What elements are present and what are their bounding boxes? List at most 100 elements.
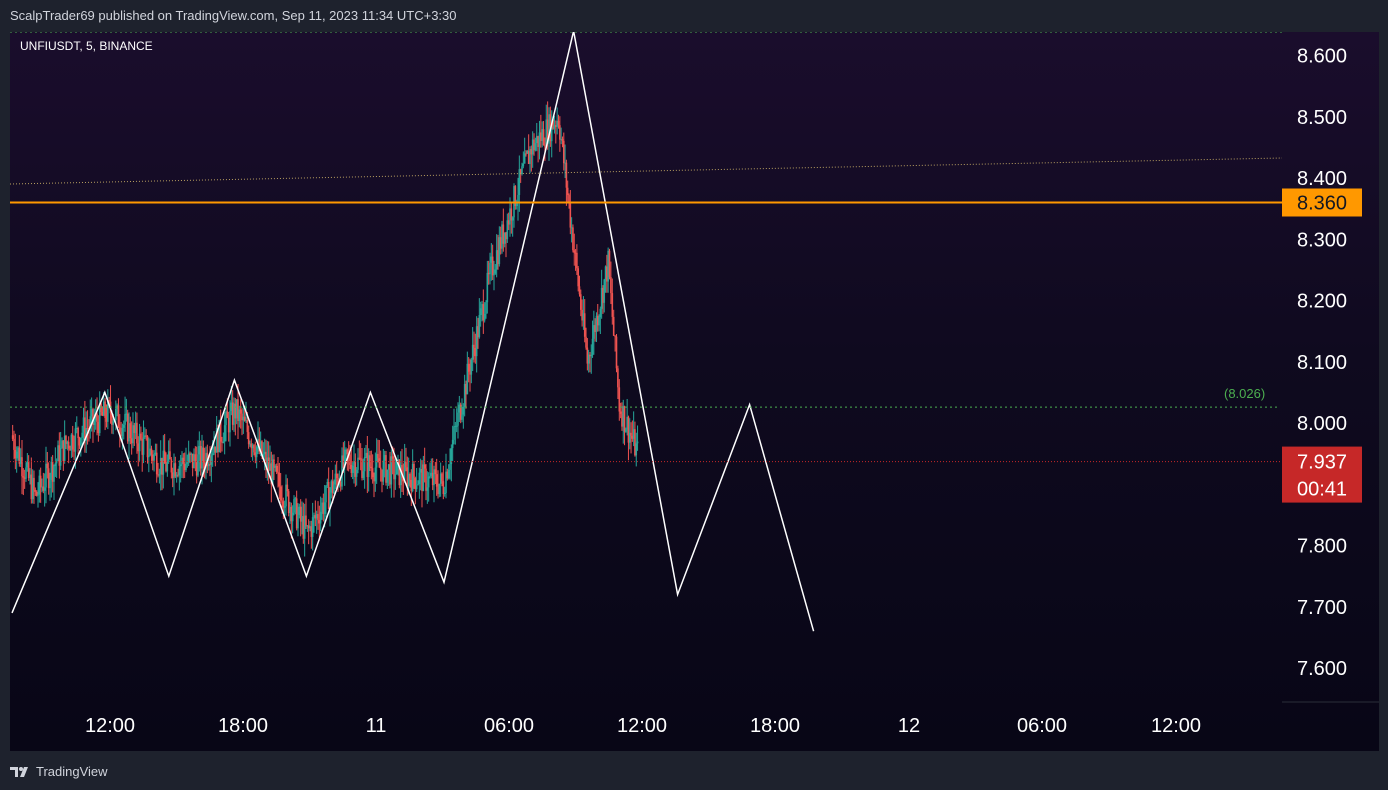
candle <box>11 424 14 442</box>
candle <box>617 365 619 400</box>
candle <box>89 399 92 439</box>
y-tick-label: 7.600 <box>1297 658 1347 680</box>
candle <box>422 455 425 492</box>
candle <box>608 248 611 280</box>
candle <box>583 299 586 343</box>
time-axis[interactable]: 12:00 18:00 11 06:00 12:00 18:00 12 06:00 12:00 <box>85 715 1201 737</box>
candle <box>185 447 187 473</box>
trend-dotted-line[interactable] <box>10 157 1283 185</box>
candle <box>506 213 509 243</box>
candle <box>341 447 343 490</box>
x-tick-label: 18:00 <box>218 715 268 737</box>
x-tick-label: 11 <box>366 715 387 737</box>
candle <box>603 278 606 313</box>
brand-label: TradingView <box>36 764 108 779</box>
candle <box>307 519 310 545</box>
symbol-label: UNFIUSDT, 5, BINANCE <box>20 39 153 53</box>
candle <box>169 438 171 460</box>
candle <box>144 427 146 440</box>
candle <box>429 462 431 479</box>
candle <box>611 278 614 325</box>
candle <box>293 495 295 516</box>
candle <box>425 464 427 501</box>
candle <box>303 503 306 557</box>
zigzag-drawing[interactable] <box>11 32 815 632</box>
candle <box>442 465 445 500</box>
dotted-level-label: (8.026) <box>1224 386 1265 401</box>
candle <box>618 379 621 421</box>
x-tick-label: 06:00 <box>484 715 534 737</box>
publish-info: ScalpTrader69 published on TradingView.c… <box>0 0 1388 32</box>
candle <box>615 334 618 373</box>
candle <box>386 469 389 490</box>
candle <box>117 398 120 429</box>
candle <box>55 458 58 478</box>
candle <box>572 224 574 253</box>
candle <box>475 316 478 373</box>
candle <box>59 431 62 470</box>
candle <box>562 132 565 171</box>
candle <box>255 445 258 469</box>
x-tick-label: 12:00 <box>617 715 667 737</box>
x-tick-label: 18:00 <box>750 715 800 737</box>
candle <box>614 335 616 352</box>
candle <box>542 120 545 146</box>
candle <box>140 426 142 441</box>
tradingview-logo[interactable]: TradingView <box>10 764 108 779</box>
candle <box>104 398 106 431</box>
x-tick-label: 12:00 <box>85 715 135 737</box>
publish-line: ScalpTrader69 published on TradingView.c… <box>10 8 457 23</box>
candle <box>314 500 317 527</box>
y-tick-label: 8.200 <box>1297 291 1347 313</box>
y-tick-label: 7.800 <box>1297 536 1347 558</box>
candle <box>84 400 86 453</box>
candle <box>107 389 109 430</box>
candle <box>478 298 481 339</box>
candle <box>71 425 74 458</box>
candle <box>53 464 55 500</box>
candle <box>311 502 314 551</box>
candle <box>155 443 158 483</box>
candle <box>355 467 358 486</box>
y-tick-label: 8.500 <box>1297 107 1347 129</box>
candle <box>146 435 149 464</box>
candle <box>482 289 485 334</box>
candle <box>612 309 615 337</box>
candle <box>565 159 568 206</box>
candle <box>187 440 190 467</box>
candle <box>317 501 319 530</box>
candle <box>39 467 42 503</box>
candle <box>150 445 153 464</box>
candle <box>358 440 361 461</box>
y-tick-label: 8.000 <box>1297 413 1347 435</box>
candle <box>21 439 23 495</box>
candle <box>414 476 417 505</box>
candle <box>210 450 213 483</box>
candle <box>45 446 47 504</box>
candle-series <box>11 101 639 557</box>
tradingview-icon <box>10 766 28 777</box>
y-tick-label: 8.600 <box>1297 46 1347 68</box>
footer: TradingView <box>0 752 1388 790</box>
candle <box>285 474 287 516</box>
candle <box>511 216 514 237</box>
candle <box>163 433 166 464</box>
x-tick-label: 12 <box>898 715 920 737</box>
level-lines[interactable]: 8.3607.93700:41 <box>10 32 1362 503</box>
zigzag-line[interactable] <box>11 32 815 632</box>
x-tick-label: 12:00 <box>1151 715 1201 737</box>
candle <box>523 137 526 164</box>
candle <box>466 351 469 395</box>
candle <box>98 391 101 436</box>
x-tick-label: 06:00 <box>1017 715 1067 737</box>
y-tick-label: 7.700 <box>1297 597 1347 619</box>
candle <box>267 441 270 484</box>
chart-panel[interactable]: 8.3607.93700:41 8.600 8.500 8.400 8.300 8.20… <box>10 32 1379 751</box>
candle <box>142 420 145 464</box>
y-tick-label: 8.300 <box>1297 229 1347 251</box>
candle <box>197 440 199 478</box>
price-chart[interactable]: 8.3607.93700:41 8.600 8.500 8.400 8.300 8.20… <box>10 32 1379 751</box>
candle <box>92 407 94 443</box>
candle <box>138 423 141 461</box>
candle <box>382 448 385 486</box>
